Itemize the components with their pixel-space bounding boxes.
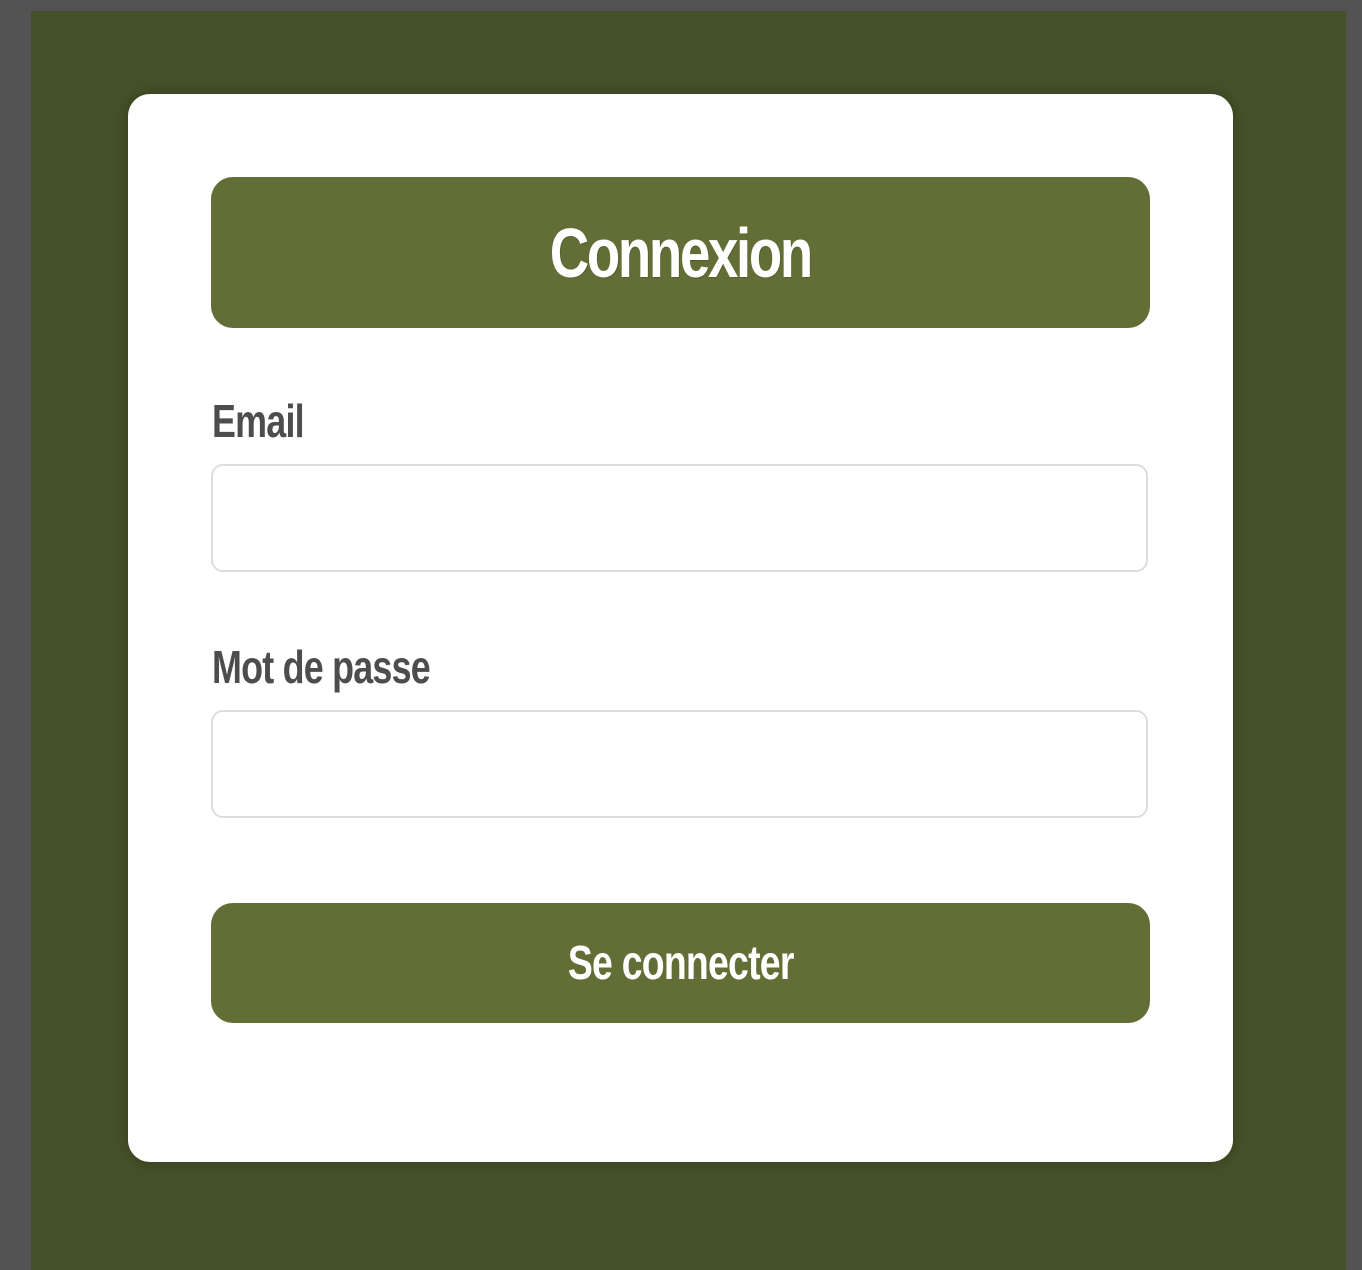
login-button-label: Se connecter (567, 936, 795, 990)
password-label: Mot de passe (212, 641, 431, 693)
email-label: Email (212, 395, 305, 447)
login-card: Connexion Email Mot de passe Se connecte… (128, 94, 1233, 1162)
page-title: Connexion (549, 213, 813, 292)
page-background: Connexion Email Mot de passe Se connecte… (31, 11, 1346, 1270)
login-header: Connexion (211, 177, 1150, 328)
email-field[interactable] (211, 464, 1148, 572)
login-button[interactable]: Se connecter (211, 903, 1150, 1023)
password-field[interactable] (211, 710, 1148, 818)
